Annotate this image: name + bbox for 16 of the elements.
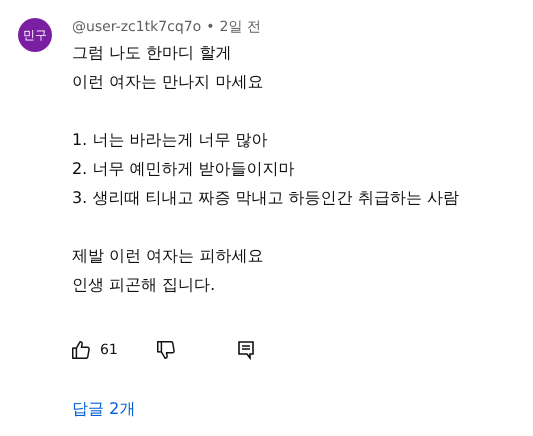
comment-text: 2. 너무 예민하게 받아들이지마 [72,158,296,180]
replies-link[interactable]: 답글 2개 [72,399,136,420]
separator-dot: • [206,18,214,37]
reply-button[interactable] [236,340,255,360]
comment-text: 이런 여자는 만나지 마세요 [72,71,264,93]
comment-text: 인생 피곤해 집니다. [72,274,216,296]
comment-text: 1. 너는 바라는게 너무 많아 [72,129,269,151]
avatar[interactable]: 민구 [18,18,52,52]
comment-text: 3. 생리때 티내고 짜증 막내고 하등인간 취급하는 사람 [72,187,459,209]
like-button[interactable] [70,339,92,361]
comment-text: 그럼 나도 한마디 할게 [72,42,232,64]
comment-text: 제발 이런 여자는 피하세요 [72,245,264,267]
author-name[interactable]: @user-zc1tk7cq7o [72,17,202,37]
comment-time: 2일 전 [219,18,261,37]
like-count: 61 [100,342,118,358]
dislike-button[interactable] [154,339,177,361]
